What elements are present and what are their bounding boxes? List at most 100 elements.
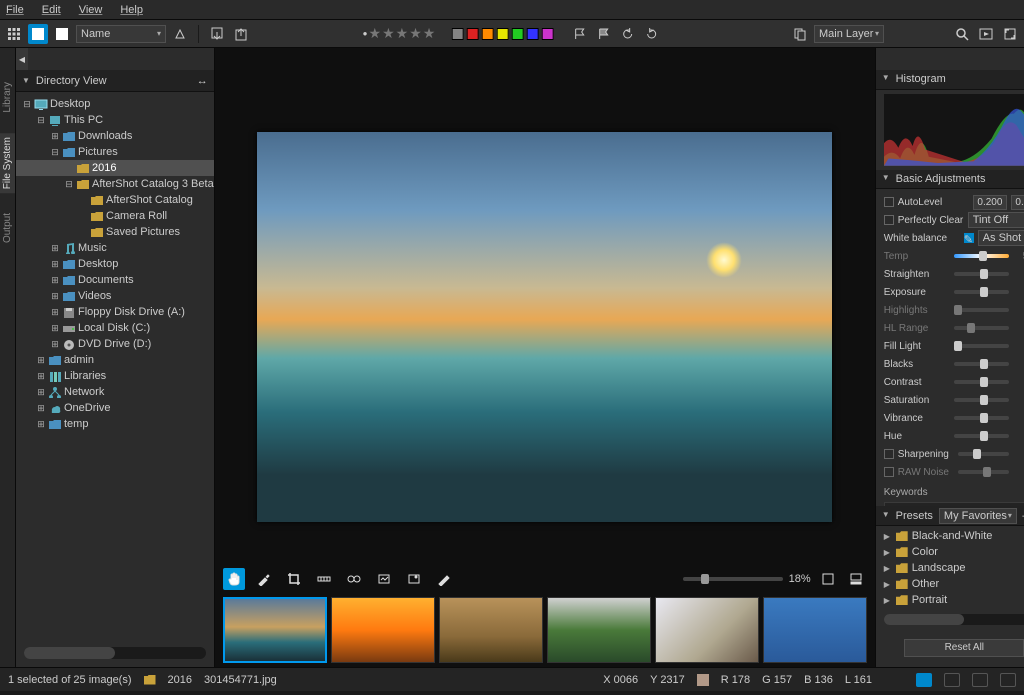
tag-down-button[interactable] bbox=[207, 24, 227, 44]
straighten-tool[interactable] bbox=[313, 568, 335, 590]
tree-node[interactable]: ⊞Desktop bbox=[16, 256, 214, 272]
blacks-slider[interactable] bbox=[954, 362, 1009, 366]
wb-picker-button[interactable]: ✎ bbox=[964, 233, 974, 243]
tree-node[interactable]: ⊞Documents bbox=[16, 272, 214, 288]
menu-edit[interactable]: Edit bbox=[42, 4, 61, 16]
status-btn-3[interactable] bbox=[972, 673, 988, 687]
color-label-3[interactable] bbox=[496, 28, 508, 40]
saturation-slider[interactable] bbox=[954, 398, 1009, 402]
preset-folder[interactable]: ▶Portrait bbox=[884, 592, 1024, 608]
status-btn-1[interactable] bbox=[916, 673, 932, 687]
flag-pick-button[interactable] bbox=[569, 24, 589, 44]
left-tab-output[interactable]: Output bbox=[0, 209, 15, 247]
panel-view-button[interactable] bbox=[52, 24, 72, 44]
undo-button[interactable] bbox=[617, 24, 637, 44]
filmstrip[interactable] bbox=[215, 593, 875, 667]
redeye-tool[interactable] bbox=[403, 568, 425, 590]
histogram-header[interactable]: ▼Histogram 📌 bbox=[876, 70, 1024, 90]
tree-node[interactable]: ⊞Music bbox=[16, 240, 214, 256]
menu-help[interactable]: Help bbox=[120, 4, 143, 16]
search-button[interactable] bbox=[952, 24, 972, 44]
tree-node[interactable]: ⊞Network bbox=[16, 384, 214, 400]
color-label-1[interactable] bbox=[466, 28, 478, 40]
menu-view[interactable]: View bbox=[79, 4, 103, 16]
color-label-5[interactable] bbox=[526, 28, 538, 40]
hue-slider[interactable] bbox=[954, 434, 1009, 438]
exposure-slider[interactable] bbox=[954, 290, 1009, 294]
vibrance-slider[interactable] bbox=[954, 416, 1009, 420]
sharpening-checkbox[interactable] bbox=[884, 449, 894, 459]
collapse-left-handle[interactable]: ◀ bbox=[16, 48, 28, 70]
pan-tool[interactable] bbox=[223, 568, 245, 590]
tree-node[interactable]: ⊞Videos bbox=[16, 288, 214, 304]
redo-button[interactable] bbox=[641, 24, 661, 44]
thumb-4[interactable] bbox=[547, 597, 651, 663]
crop-tool[interactable] bbox=[283, 568, 305, 590]
temp-slider[interactable] bbox=[954, 254, 1009, 258]
presets-header[interactable]: ▼Presets My Favorites▾ ＋ ↔ bbox=[876, 506, 1024, 526]
tree-node[interactable]: ⊟This PC bbox=[16, 112, 214, 128]
image-canvas[interactable] bbox=[215, 48, 875, 565]
tree-node[interactable]: ⊞Libraries bbox=[16, 368, 214, 384]
status-btn-2[interactable] bbox=[944, 673, 960, 687]
directory-tree[interactable]: ⊟Desktop⊟This PC⊞Downloads⊟Pictures2016⊟… bbox=[16, 92, 214, 639]
tree-node[interactable]: ⊞Downloads bbox=[16, 128, 214, 144]
autolevel-a-input[interactable]: 0.200 bbox=[973, 195, 1007, 210]
tree-node[interactable]: ⊞Local Disk (C:) bbox=[16, 320, 214, 336]
thumb-1[interactable] bbox=[223, 597, 327, 663]
fill-slider[interactable] bbox=[954, 344, 1009, 348]
preset-folder[interactable]: ▶Landscape bbox=[884, 560, 1024, 576]
flag-reject-button[interactable] bbox=[593, 24, 613, 44]
straighten-slider[interactable] bbox=[954, 272, 1009, 276]
color-label-0[interactable] bbox=[451, 28, 463, 40]
tree-node[interactable]: ⊟AfterShot Catalog 3 Beta bbox=[16, 176, 214, 192]
tag-up-button[interactable] bbox=[231, 24, 251, 44]
rawnoise-slider[interactable] bbox=[958, 470, 1009, 474]
perfectlyclear-checkbox[interactable] bbox=[884, 215, 894, 225]
sharpening-slider[interactable] bbox=[958, 452, 1009, 456]
preset-folder[interactable]: ▶Black-and-White bbox=[884, 528, 1024, 544]
highlights-slider[interactable] bbox=[954, 308, 1009, 312]
tree-node[interactable]: 2016 bbox=[16, 160, 214, 176]
copy-button[interactable] bbox=[790, 24, 810, 44]
sort-field-select[interactable]: Name▾ bbox=[76, 25, 166, 43]
tree-hscroll[interactable] bbox=[24, 647, 206, 659]
autolevel-b-input[interactable]: 0.200 bbox=[1011, 195, 1024, 210]
preset-folder[interactable]: ▶Other bbox=[884, 576, 1024, 592]
thumb-3[interactable] bbox=[439, 597, 543, 663]
thumb-5[interactable] bbox=[655, 597, 759, 663]
basic-adjustments-header[interactable]: ▼Basic Adjustments ↔ bbox=[876, 170, 1024, 190]
status-btn-4[interactable] bbox=[1000, 673, 1016, 687]
fit-button[interactable] bbox=[817, 568, 839, 590]
reset-all-button[interactable]: Reset All bbox=[904, 639, 1024, 657]
color-label-2[interactable] bbox=[481, 28, 493, 40]
color-label-6[interactable] bbox=[541, 28, 553, 40]
grid-view-button[interactable] bbox=[4, 24, 24, 44]
hlrange-slider[interactable] bbox=[954, 326, 1009, 330]
color-label-4[interactable] bbox=[511, 28, 523, 40]
tree-node[interactable]: Camera Roll bbox=[16, 208, 214, 224]
presets-hscroll[interactable] bbox=[884, 614, 1024, 625]
directory-panel-header[interactable]: ▼Directory View ↔ bbox=[16, 70, 214, 92]
rating-stars[interactable]: ●★★★★★ bbox=[363, 25, 436, 42]
slideshow-button[interactable] bbox=[976, 24, 996, 44]
layer-select[interactable]: Main Layer▾ bbox=[814, 25, 884, 43]
wb-select[interactable]: As Shot▾ bbox=[978, 230, 1024, 246]
heal-tool[interactable] bbox=[373, 568, 395, 590]
panel-menu-icon[interactable]: ↔ bbox=[197, 75, 208, 87]
contrast-slider[interactable] bbox=[954, 380, 1009, 384]
sort-asc-button[interactable] bbox=[170, 24, 190, 44]
single-view-button[interactable] bbox=[28, 24, 48, 44]
region-tool[interactable] bbox=[343, 568, 365, 590]
left-tab-filesystem[interactable]: File System bbox=[0, 133, 15, 193]
tint-select[interactable]: Tint Off▾ bbox=[968, 212, 1024, 228]
tree-node[interactable]: ⊞admin bbox=[16, 352, 214, 368]
tree-node[interactable]: ⊞DVD Drive (D:) bbox=[16, 336, 214, 352]
autolevel-checkbox[interactable] bbox=[884, 197, 894, 207]
zoom-slider[interactable] bbox=[683, 577, 783, 581]
brush-tool[interactable] bbox=[433, 568, 455, 590]
tree-node[interactable]: ⊞Floppy Disk Drive (A:) bbox=[16, 304, 214, 320]
tree-node[interactable]: ⊟Pictures bbox=[16, 144, 214, 160]
left-tab-library[interactable]: Library bbox=[0, 78, 15, 117]
thumb-6[interactable] bbox=[763, 597, 867, 663]
